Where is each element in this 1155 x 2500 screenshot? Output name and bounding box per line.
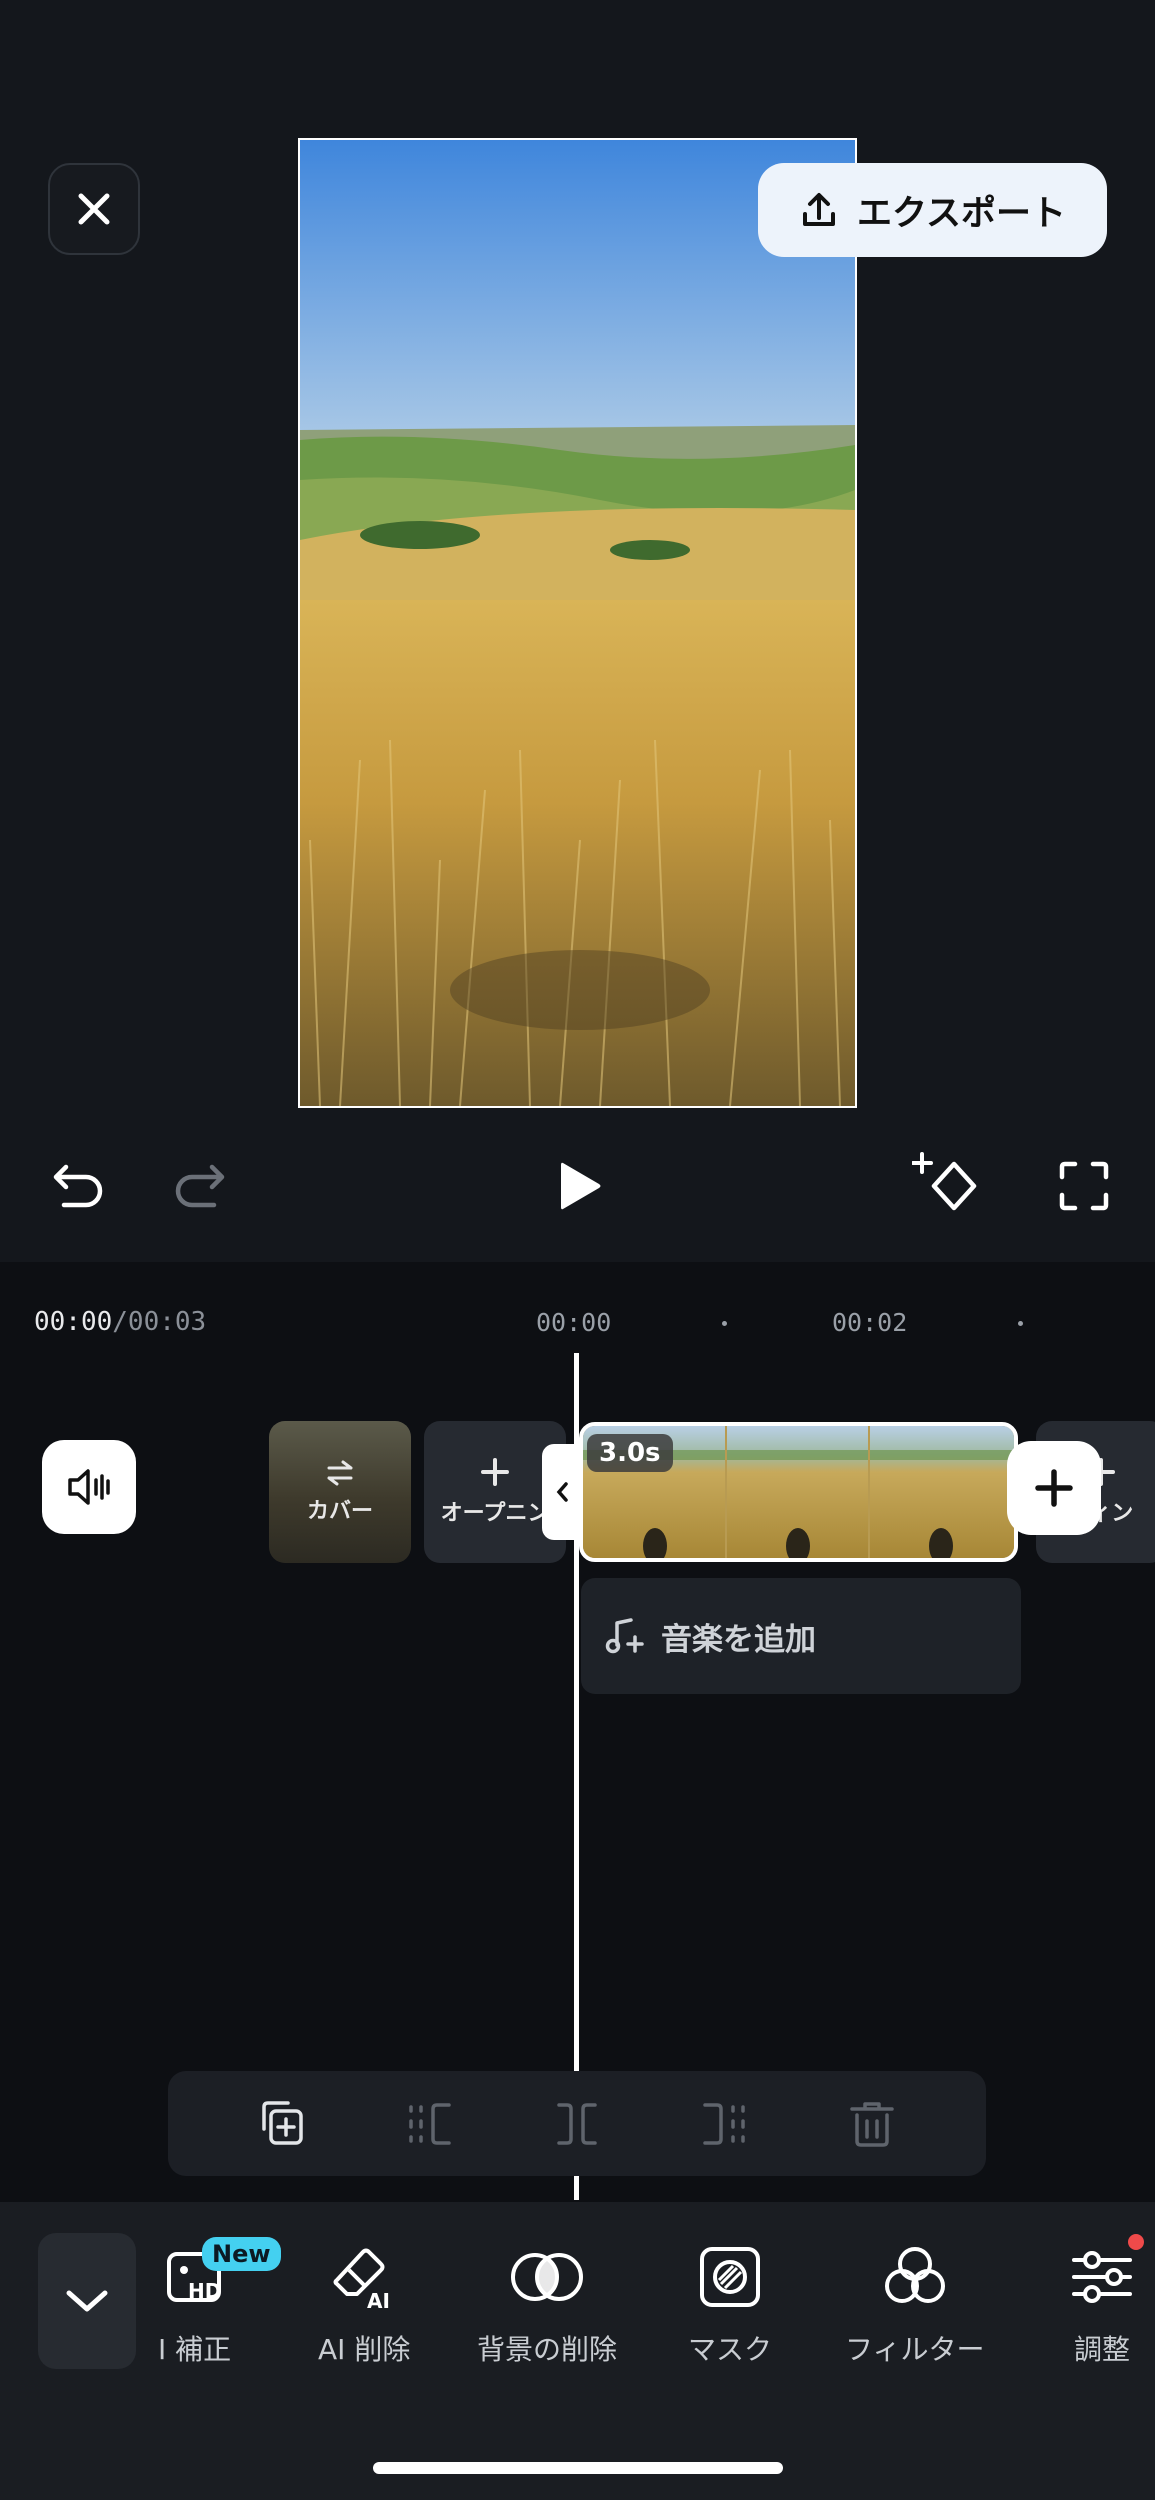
speaker-icon [68,1469,110,1505]
cover-tile[interactable]: カバー [269,1421,411,1563]
chevron-left-icon [556,1482,568,1502]
add-music-track[interactable]: 音楽を追加 [581,1578,1021,1694]
opening-label: オープニン [440,1501,550,1526]
home-indicator [373,2462,783,2474]
clip-edit-toolbar [168,2071,986,2176]
keyframe-add-icon [912,1152,977,1211]
keyframe-button[interactable] [912,1152,982,1218]
tool-label: マスク [688,2333,773,2366]
upload-icon [803,193,836,226]
video-preview[interactable] [298,138,857,1108]
split-button[interactable] [551,2099,603,2149]
time-readout: 00:00/00:03 [34,1307,206,1337]
close-icon [78,193,110,225]
undo-button[interactable] [48,1160,108,1212]
mask-icon [700,2247,760,2307]
ruler-dot [722,1321,727,1326]
delete-button[interactable] [846,2099,898,2149]
split-icon [557,2102,597,2145]
collapse-toolbar-button[interactable] [38,2233,136,2369]
svg-text:AI: AI [367,2289,390,2312]
plus-icon [1035,1469,1073,1507]
plus-icon [481,1458,509,1486]
chevron-down-icon [66,2290,108,2312]
clip-duration-badge: 3.0s [587,1434,673,1472]
total-time: /00:03 [112,1307,207,1337]
tool-label: AI 削除 [318,2333,411,2366]
tool-filter[interactable]: フィルター [845,2240,984,2368]
undo-icon [53,1164,103,1208]
notification-dot [1128,2234,1144,2250]
add-music-label: 音楽を追加 [661,1621,816,1658]
redo-button[interactable] [170,1160,230,1212]
ruler-dot [1018,1321,1023,1326]
fullscreen-button[interactable] [1058,1160,1110,1212]
tool-label: フィルター [845,2333,985,2366]
svg-text:HD: HD [188,2279,221,2303]
ai-eraser-icon: AI [333,2248,390,2312]
new-badge: New [202,2237,281,2271]
split-right-icon [702,2102,745,2145]
split-right-button[interactable] [699,2099,751,2149]
tool-label: 調整 [1073,2333,1130,2366]
adjust-icon [1072,2251,1132,2303]
tool-label: I 補正 [158,2333,232,2366]
redo-icon [175,1164,225,1208]
ruler-tick-label: 00:00 [536,1308,612,1337]
background-remove-icon [511,2253,583,2301]
export-button[interactable]: エクスポート [758,163,1107,257]
close-button[interactable] [48,163,140,255]
duplicate-icon [262,2100,303,2145]
export-label: エクスポート [857,193,1066,234]
tool-background-remove[interactable]: 背景の削除 [477,2240,617,2368]
delete-icon [850,2101,894,2147]
play-icon [561,1162,601,1210]
swap-icon [327,1460,353,1486]
tool-ai-eraser[interactable]: AI AI 削除 [318,2240,410,2368]
current-time: 00:00 [34,1307,113,1337]
mute-toggle-button[interactable] [42,1440,136,1534]
duplicate-button[interactable] [256,2099,308,2149]
fullscreen-icon [1059,1161,1109,1211]
tool-adjust[interactable]: 調整 [1070,2240,1134,2368]
ruler-tick-label: 00:02 [832,1308,908,1337]
cover-label: カバー [306,1499,373,1524]
tool-mask[interactable]: マスク [688,2240,772,2368]
add-clip-button[interactable] [1007,1441,1101,1535]
filter-icon [884,2247,945,2303]
split-left-icon [409,2102,452,2145]
music-add-icon [605,1618,644,1654]
split-left-button[interactable] [403,2099,455,2149]
tool-label: 背景の削除 [477,2333,618,2366]
play-button[interactable] [550,1156,610,1216]
